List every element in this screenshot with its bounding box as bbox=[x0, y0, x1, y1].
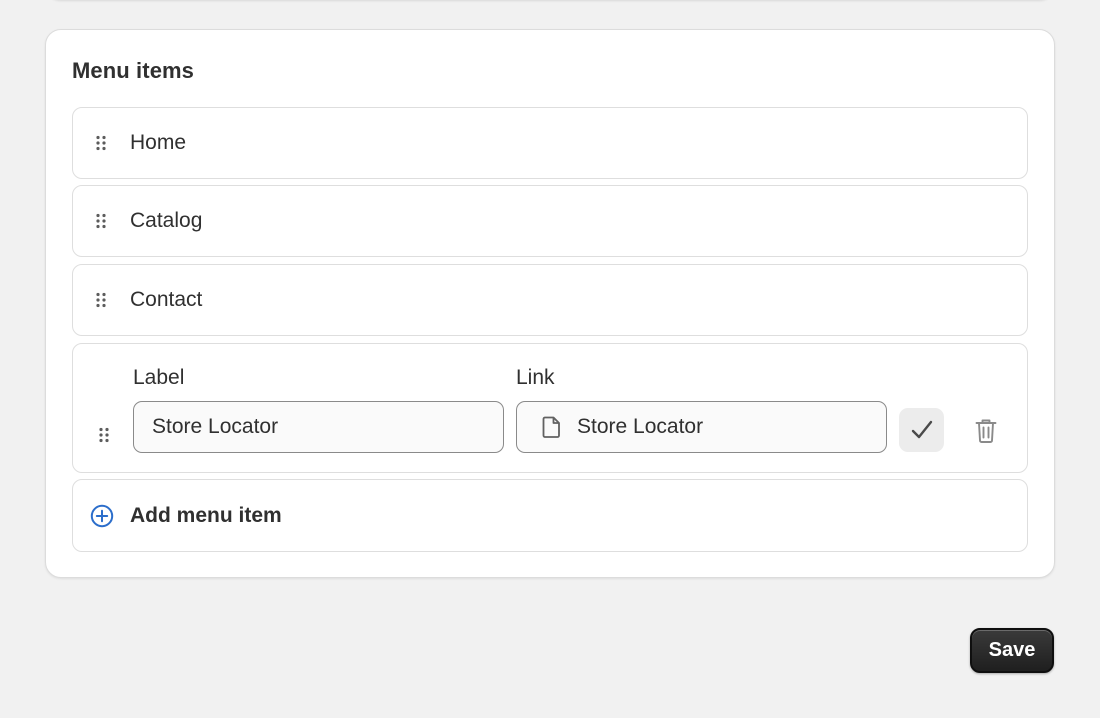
trash-icon bbox=[975, 419, 997, 443]
drag-handle-icon[interactable] bbox=[95, 213, 107, 229]
menu-item-home[interactable]: Home bbox=[72, 107, 1028, 179]
link-input[interactable]: Store Locator bbox=[516, 401, 887, 453]
menu-item-catalog[interactable]: Catalog bbox=[72, 185, 1028, 257]
menu-item-edit-row: Label Link Store Locator bbox=[72, 343, 1028, 473]
add-menu-item-button[interactable]: Add menu item bbox=[72, 479, 1028, 552]
link-field-label: Link bbox=[516, 366, 555, 389]
menu-editor-page: Menu items Home Catalog Contact Label St… bbox=[0, 0, 1100, 718]
delete-button[interactable] bbox=[968, 408, 1004, 452]
checkmark-icon bbox=[911, 420, 933, 439]
menu-items-card: Menu items Home Catalog Contact Label St… bbox=[45, 29, 1055, 578]
add-menu-item-label: Add menu item bbox=[130, 503, 282, 527]
page-icon bbox=[541, 415, 563, 439]
menu-item-contact[interactable]: Contact bbox=[72, 264, 1028, 336]
menu-item-label: Catalog bbox=[130, 209, 203, 232]
drag-handle-icon[interactable] bbox=[95, 135, 107, 151]
card-title: Menu items bbox=[72, 58, 195, 83]
drag-handle-icon[interactable] bbox=[98, 427, 110, 443]
plus-circle-icon bbox=[90, 504, 114, 528]
drag-handle-icon[interactable] bbox=[95, 292, 107, 308]
save-button[interactable]: Save bbox=[970, 628, 1054, 673]
confirm-button[interactable] bbox=[899, 408, 944, 452]
label-input[interactable] bbox=[133, 401, 504, 453]
menu-item-label: Home bbox=[130, 131, 187, 154]
menu-item-label: Contact bbox=[130, 288, 203, 311]
label-field-label: Label bbox=[133, 366, 185, 389]
link-value: Store Locator bbox=[577, 415, 704, 438]
